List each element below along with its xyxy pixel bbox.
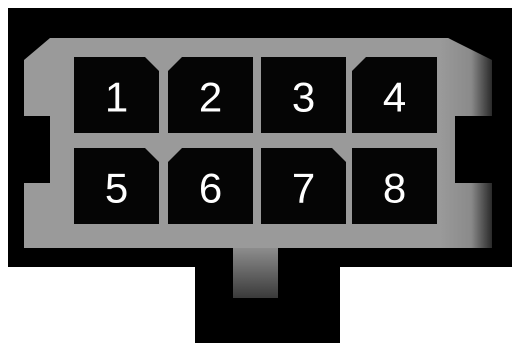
connector-diagram: 1 2 3 4 5 6 7 8 bbox=[8, 8, 512, 343]
pin-label-8: 8 bbox=[383, 165, 406, 212]
pin-label-4: 4 bbox=[383, 74, 406, 121]
pin-label-6: 6 bbox=[199, 165, 222, 212]
pin-label-3: 3 bbox=[292, 74, 315, 121]
pin-label-5: 5 bbox=[105, 165, 128, 212]
pin-label-2: 2 bbox=[199, 74, 222, 121]
latch-tab bbox=[233, 248, 278, 298]
housing-left-notch bbox=[24, 116, 50, 183]
housing-right-notch bbox=[455, 116, 492, 183]
pin-label-1: 1 bbox=[105, 74, 128, 121]
pin-label-7: 7 bbox=[292, 165, 315, 212]
